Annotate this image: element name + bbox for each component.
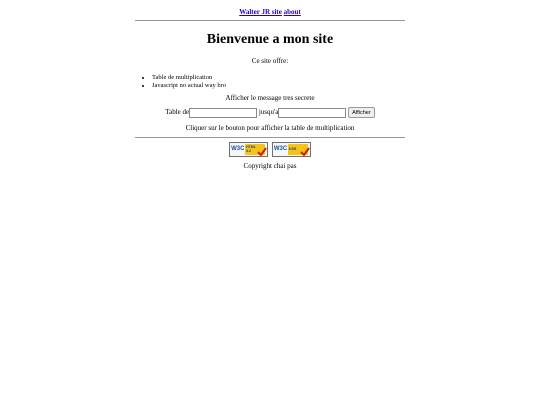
top-nav: Walter JR site about [135,0,405,18]
page-title: Bienvenue a mon site [206,32,334,47]
until-label: jusqu'a [258,108,279,117]
badge-line2: 3.2 [246,149,251,153]
about-link[interactable]: about [284,8,301,16]
bottom-divider [135,137,405,138]
validation-badges: W3C HTML 3.2 W3C css [135,142,405,157]
check-icon [300,147,310,156]
w3c-logo: W3C [273,146,288,152]
check-icon [257,147,267,156]
top-divider [135,20,405,21]
table-label: Table de [165,108,190,117]
feature-item-javascript: Javascript no actual way bro [152,82,405,90]
show-table-button[interactable]: Afficher [348,107,375,118]
badge-line1: css [288,146,297,151]
secret-message: Afficher le message tres secrete [135,94,405,102]
feature-list: Table de multiplication Javascript no ac… [135,74,405,90]
secret-message-toggle[interactable]: Afficher le message tres secrete [226,94,315,102]
feature-item-multiplication: Table de multiplication [152,74,405,82]
w3c-css-badge[interactable]: W3C css [271,142,311,157]
offer-text: Ce site offre: [251,57,289,65]
copyright-text: Copyright chai pas [243,162,297,170]
multiplication-form: Table de jusqu'a Afficher [135,107,405,118]
until-input[interactable] [278,107,347,118]
table-input[interactable] [189,107,258,118]
w3c-logo: W3C [231,146,245,152]
instructions-text: Cliquer sur le bouton pour afficher la t… [185,124,355,132]
page: Walter JR site about Bienvenue a mon sit… [135,0,405,170]
w3c-html-badge[interactable]: W3C HTML 3.2 [229,142,269,157]
home-link[interactable]: Walter JR site [239,8,282,16]
